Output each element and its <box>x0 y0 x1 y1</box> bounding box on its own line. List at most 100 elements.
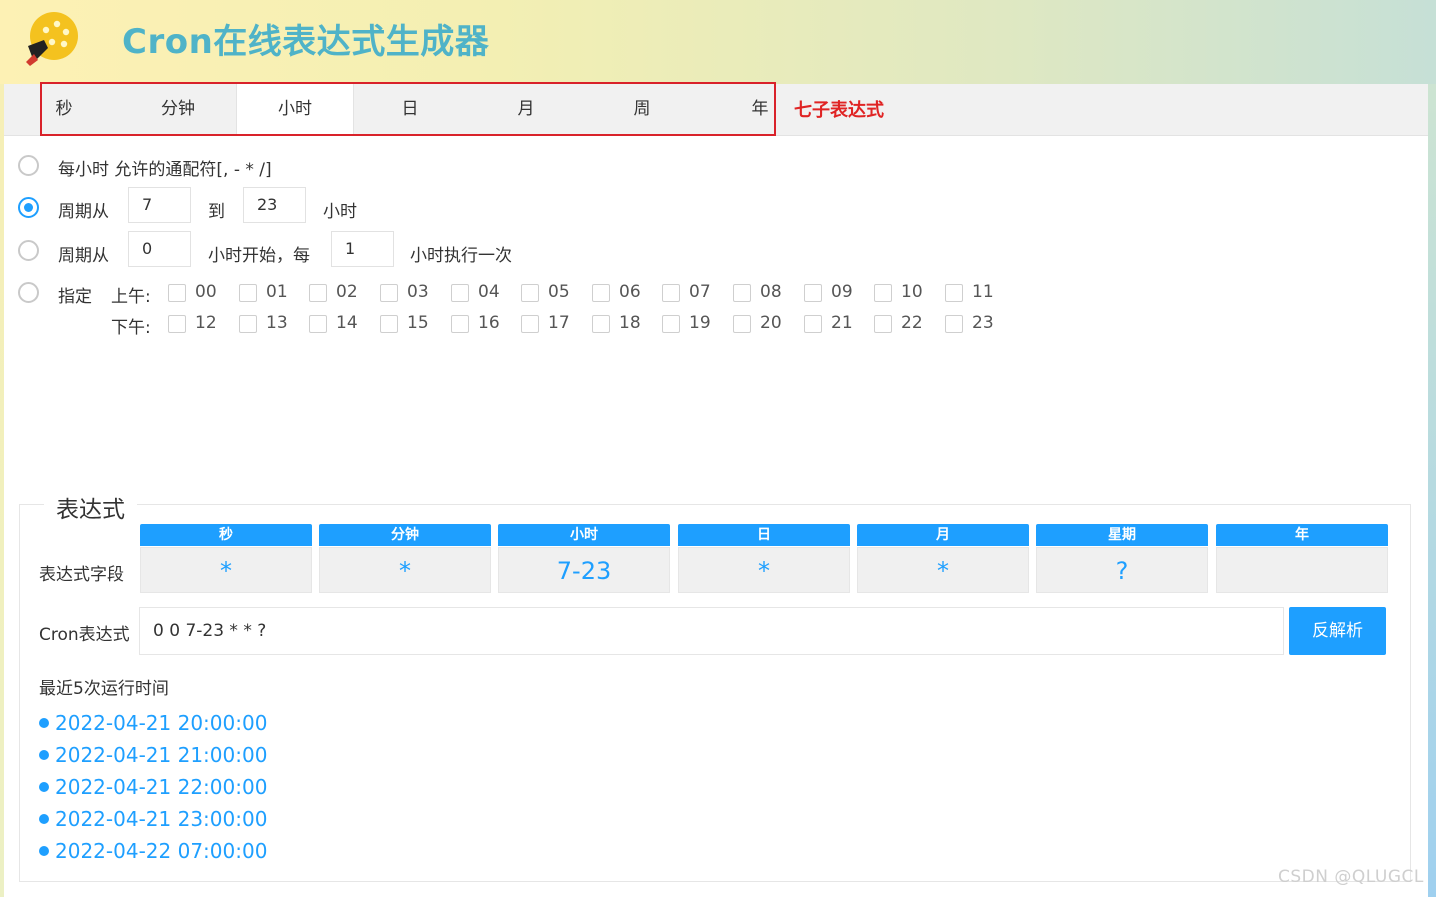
cycle-to-label: 到 <box>208 202 225 222</box>
run-time-item: 2022-04-21 21:00:00 <box>39 743 267 767</box>
bullet-dot-icon <box>39 845 49 856</box>
every-hour-label: 每小时 允许的通配符[, - * /] <box>58 160 272 180</box>
hour-label: 15 <box>407 313 429 333</box>
specify-label: 指定 <box>58 287 92 307</box>
column-head: 分钟 <box>319 524 491 546</box>
hour-label: 03 <box>407 282 429 302</box>
column-head: 秒 <box>140 524 312 546</box>
hour-checkbox-07[interactable] <box>662 284 680 302</box>
run-time-text: 2022-04-21 20:00:00 <box>55 711 268 735</box>
column-value: ? <box>1036 547 1208 593</box>
hour-checkbox-06[interactable] <box>592 284 610 302</box>
hour-checkbox-14[interactable] <box>309 315 327 333</box>
hour-label: 02 <box>336 282 358 302</box>
right-border <box>1428 84 1436 897</box>
cron-expression-input[interactable]: 0 0 7-23 * * ? <box>139 607 1284 655</box>
cycle-from-input[interactable]: 7 <box>128 187 191 223</box>
hour-label: 19 <box>689 313 711 333</box>
palette-brush-icon <box>26 12 78 66</box>
hour-checkbox-11[interactable] <box>945 284 963 302</box>
radio-every-hour[interactable] <box>18 155 39 176</box>
hour-checkbox-19[interactable] <box>662 315 680 333</box>
column-value: * <box>319 547 491 593</box>
column-value <box>1216 547 1388 593</box>
hour-checkbox-09[interactable] <box>804 284 822 302</box>
column-value: * <box>678 547 850 593</box>
column-head: 月 <box>857 524 1029 546</box>
main-panel: 秒 分钟 小时 日 月 周 年 七子表达式 每小时 允许的通配符[, - * /… <box>4 82 1428 897</box>
tab-bar: 秒 分钟 小时 日 月 周 年 七子表达式 <box>4 82 1428 136</box>
cycle-label: 周期从 <box>58 202 109 222</box>
column-head: 日 <box>678 524 850 546</box>
run-time-text: 2022-04-22 07:00:00 <box>55 839 268 863</box>
hour-label: 20 <box>760 313 782 333</box>
cycle-to-input[interactable]: 23 <box>243 187 306 223</box>
hour-checkbox-17[interactable] <box>521 315 539 333</box>
hour-checkbox-20[interactable] <box>733 315 751 333</box>
interval-label: 周期从 <box>58 246 109 266</box>
hour-checkbox-15[interactable] <box>380 315 398 333</box>
bullet-dot-icon <box>39 749 49 760</box>
hour-label: 14 <box>336 313 358 333</box>
hour-checkbox-12[interactable] <box>168 315 186 333</box>
hour-checkbox-02[interactable] <box>309 284 327 302</box>
bullet-dot-icon <box>39 813 49 824</box>
column-head: 年 <box>1216 524 1388 546</box>
parse-button[interactable]: 反解析 <box>1289 607 1386 655</box>
column-head: 星期 <box>1036 524 1208 546</box>
tab-annotation: 七子表达式 <box>794 100 884 121</box>
bullet-dot-icon <box>39 781 49 792</box>
radio-specify[interactable] <box>18 282 39 303</box>
interval-mid-label: 小时开始，每 <box>208 246 310 266</box>
hour-label: 16 <box>478 313 500 333</box>
hour-checkbox-23[interactable] <box>945 315 963 333</box>
hour-checkbox-10[interactable] <box>874 284 892 302</box>
hour-label: 23 <box>972 313 994 333</box>
tab-highlight-frame <box>40 82 776 136</box>
hour-checkbox-08[interactable] <box>733 284 751 302</box>
column-value: 7-23 <box>498 547 670 593</box>
bullet-dot-icon <box>39 717 49 728</box>
hour-label: 18 <box>619 313 641 333</box>
hour-checkbox-16[interactable] <box>451 315 469 333</box>
run-time-item: 2022-04-21 20:00:00 <box>39 711 267 735</box>
header-banner: Cron在线表达式生成器 <box>0 0 1436 84</box>
hour-label: 17 <box>548 313 570 333</box>
run-time-item: 2022-04-21 22:00:00 <box>39 775 267 799</box>
hour-label: 12 <box>195 313 217 333</box>
radio-interval[interactable] <box>18 240 39 261</box>
column-head: 小时 <box>498 524 670 546</box>
run-time-text: 2022-04-21 23:00:00 <box>55 807 268 831</box>
cron-label: Cron表达式 <box>39 625 130 645</box>
column-value: * <box>857 547 1029 593</box>
hour-label: 01 <box>266 282 288 302</box>
interval-end-label: 小时执行一次 <box>410 246 512 266</box>
hour-label: 21 <box>831 313 853 333</box>
hour-checkbox-18[interactable] <box>592 315 610 333</box>
hour-checkbox-00[interactable] <box>168 284 186 302</box>
run-time-text: 2022-04-21 22:00:00 <box>55 775 268 799</box>
recent-runs-label: 最近5次运行时间 <box>39 679 169 699</box>
pm-label: 下午: <box>111 318 151 338</box>
hour-label: 10 <box>901 282 923 302</box>
app-title: Cron在线表达式生成器 <box>122 22 490 62</box>
hour-label: 11 <box>972 282 994 302</box>
run-time-item: 2022-04-21 23:00:00 <box>39 807 267 831</box>
hour-checkbox-21[interactable] <box>804 315 822 333</box>
interval-start-input[interactable]: 0 <box>128 231 191 267</box>
column-value: * <box>140 547 312 593</box>
hour-checkbox-22[interactable] <box>874 315 892 333</box>
hour-label: 05 <box>548 282 570 302</box>
hour-checkbox-01[interactable] <box>239 284 257 302</box>
interval-step-input[interactable]: 1 <box>331 231 394 267</box>
hour-checkbox-04[interactable] <box>451 284 469 302</box>
radio-cycle[interactable] <box>18 197 39 218</box>
cycle-unit-label: 小时 <box>323 202 357 222</box>
hour-checkbox-03[interactable] <box>380 284 398 302</box>
hour-checkbox-05[interactable] <box>521 284 539 302</box>
hour-label: 09 <box>831 282 853 302</box>
hour-checkbox-13[interactable] <box>239 315 257 333</box>
hour-label: 04 <box>478 282 500 302</box>
fields-label: 表达式字段 <box>39 565 124 585</box>
hour-label: 00 <box>195 282 217 302</box>
